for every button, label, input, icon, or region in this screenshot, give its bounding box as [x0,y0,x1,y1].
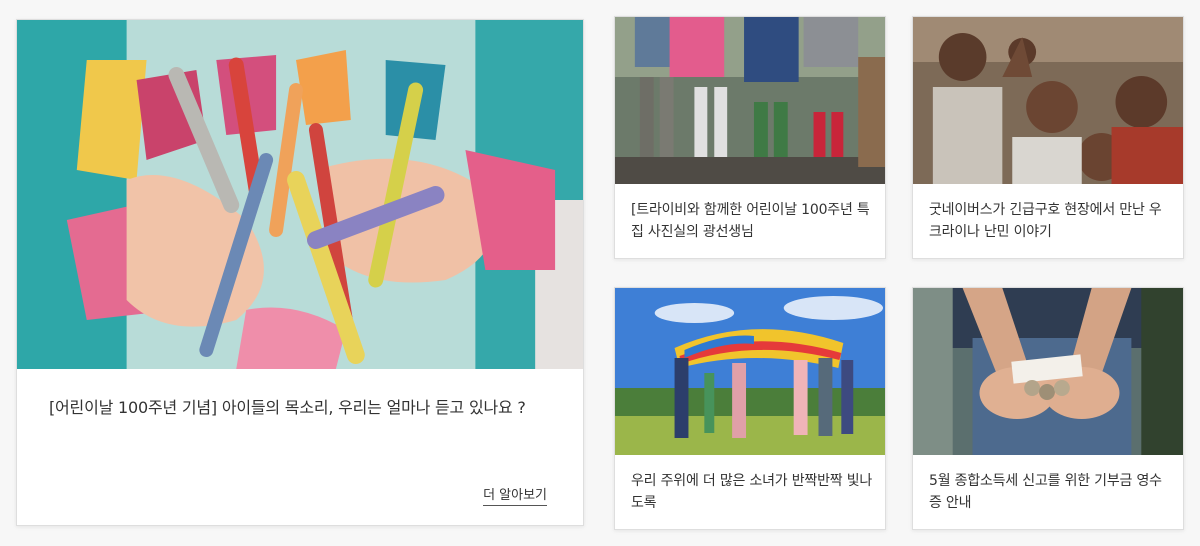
featured-article-title[interactable]: [어린이날 100주년 기념] 아이들의 목소리, 우리는 얼마나 듣고 있나요… [49,394,529,421]
article-image-kids-boots[interactable] [615,17,885,184]
article-card-2[interactable]: 굿네이버스가 긴급구호 현장에서 만난 우크라이나 난민 이야기 [912,16,1184,259]
article-title[interactable]: [트라이비와 함께한 어린이날 100주년 특집 사진실의 광선생님 [631,199,873,243]
article-title[interactable]: 굿네이버스가 긴급구호 현장에서 만난 우크라이나 난민 이야기 [929,199,1171,243]
article-image-hands-coins[interactable] [913,288,1183,455]
article-title[interactable]: 우리 주위에 더 많은 소녀가 반짝반짝 빛나도록 [631,470,873,514]
article-card-1[interactable]: [트라이비와 함께한 어린이날 100주년 특집 사진실의 광선생님 [614,16,886,259]
article-title[interactable]: 5월 종합소득세 신고를 위한 기부금 영수증 안내 [929,470,1171,514]
article-card-4[interactable]: 5월 종합소득세 신고를 위한 기부금 영수증 안내 [912,287,1184,530]
featured-article-image-crayons[interactable] [17,20,583,369]
learn-more-link[interactable]: 더 알아보기 [483,484,547,506]
featured-article-card[interactable]: [어린이날 100주년 기념] 아이들의 목소리, 우리는 얼마나 듣고 있나요… [16,19,584,526]
article-image-rainbow-parachute[interactable] [615,288,885,455]
article-card-3[interactable]: 우리 주위에 더 많은 소녀가 반짝반짝 빛나도록 [614,287,886,530]
article-image-smiling-children[interactable] [913,17,1183,184]
